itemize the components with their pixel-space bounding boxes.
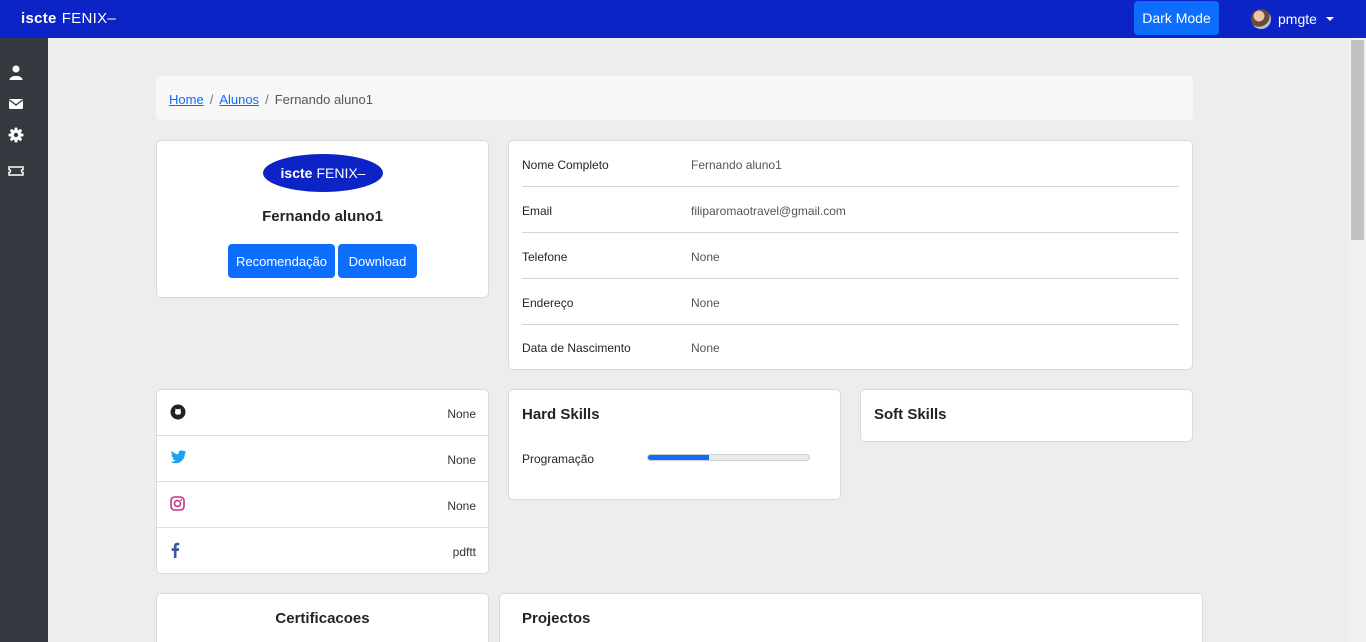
brand-logo[interactable]: iscte FENIX– — [21, 10, 116, 27]
detail-label: Data de Nascimento — [522, 341, 631, 355]
download-button[interactable]: Download — [338, 244, 417, 278]
breadcrumb-separator: / — [209, 92, 214, 107]
profile-name: Fernando aluno1 — [262, 208, 383, 225]
twitter-icon — [170, 450, 187, 464]
detail-label: Email — [522, 204, 553, 218]
certifications-title: Certificacoes — [275, 610, 370, 627]
recommend-button[interactable]: Recomendação — [228, 244, 335, 278]
instagram-icon — [170, 496, 185, 511]
detail-row-phone: Telefone None — [522, 233, 1179, 279]
skill-progress-bar — [647, 454, 810, 461]
profile-card: iscte FENIX– Fernando aluno1 Recomendaçã… — [156, 140, 489, 298]
brand-iscte: iscte — [21, 10, 57, 27]
gear-icon[interactable] — [8, 127, 24, 143]
skill-progress-fill — [648, 455, 710, 460]
hard-skills-card: Hard Skills Programação — [508, 389, 841, 500]
profile-logo: iscte FENIX– — [263, 154, 383, 192]
certifications-card: Certificacoes — [156, 593, 489, 642]
user-icon[interactable] — [8, 64, 24, 80]
github-icon — [170, 404, 186, 420]
facebook-icon — [171, 542, 180, 558]
detail-label: Endereço — [522, 296, 574, 310]
detail-row-birthdate: Data de Nascimento None — [522, 324, 1179, 370]
detail-value: filiparomaotravel@gmail.com — [691, 204, 846, 218]
breadcrumb-alunos[interactable]: Alunos — [219, 92, 259, 107]
top-navbar: iscte FENIX– Dark Mode pmgte — [0, 0, 1366, 38]
brand-fenix: FENIX– — [61, 10, 117, 27]
avatar — [1251, 9, 1271, 29]
projects-title: Projectos — [522, 610, 591, 627]
social-value: None — [447, 453, 476, 467]
details-card: Nome Completo Fernando aluno1 Email fili… — [508, 140, 1193, 370]
breadcrumb: Home / Alunos / Fernando aluno1 — [156, 76, 1193, 120]
social-card: None None None pdftt — [156, 389, 489, 574]
breadcrumb-home[interactable]: Home — [169, 92, 204, 107]
detail-value: None — [691, 296, 720, 310]
social-value: pdftt — [452, 545, 476, 559]
soft-skills-card: Soft Skills — [860, 389, 1193, 442]
detail-row-address: Endereço None — [522, 279, 1179, 325]
breadcrumb-separator: / — [265, 92, 269, 107]
sidebar — [0, 38, 48, 642]
logo-fenix: FENIX– — [316, 165, 366, 181]
logo-iscte: iscte — [280, 165, 313, 181]
social-row-facebook[interactable]: pdftt — [157, 528, 488, 574]
caret-down-icon — [1325, 17, 1334, 21]
social-row-twitter[interactable]: None — [157, 436, 488, 482]
social-value: None — [447, 499, 476, 513]
social-row-github[interactable]: None — [157, 390, 488, 436]
hard-skills-title: Hard Skills — [522, 406, 600, 423]
social-row-instagram[interactable]: None — [157, 482, 488, 528]
skill-label: Programação — [522, 452, 595, 466]
ticket-icon[interactable] — [8, 163, 24, 179]
detail-value: None — [691, 250, 720, 264]
envelope-icon[interactable] — [8, 96, 24, 112]
soft-skills-title: Soft Skills — [874, 406, 947, 423]
detail-label: Telefone — [522, 250, 568, 264]
breadcrumb-current: Fernando aluno1 — [274, 92, 373, 107]
scrollbar-thumb[interactable] — [1351, 40, 1364, 240]
detail-row-name: Nome Completo Fernando aluno1 — [522, 141, 1179, 187]
user-menu[interactable]: pmgte — [1251, 9, 1334, 29]
detail-value: Fernando aluno1 — [691, 158, 782, 172]
social-value: None — [447, 407, 476, 421]
detail-value: None — [691, 341, 720, 355]
projects-card: Projectos — [499, 593, 1203, 642]
page-scrollbar[interactable] — [1349, 38, 1366, 642]
user-name: pmgte — [1278, 11, 1317, 27]
detail-row-email: Email filiparomaotravel@gmail.com — [522, 187, 1179, 233]
detail-label: Nome Completo — [522, 158, 609, 172]
dark-mode-button[interactable]: Dark Mode — [1134, 1, 1219, 35]
